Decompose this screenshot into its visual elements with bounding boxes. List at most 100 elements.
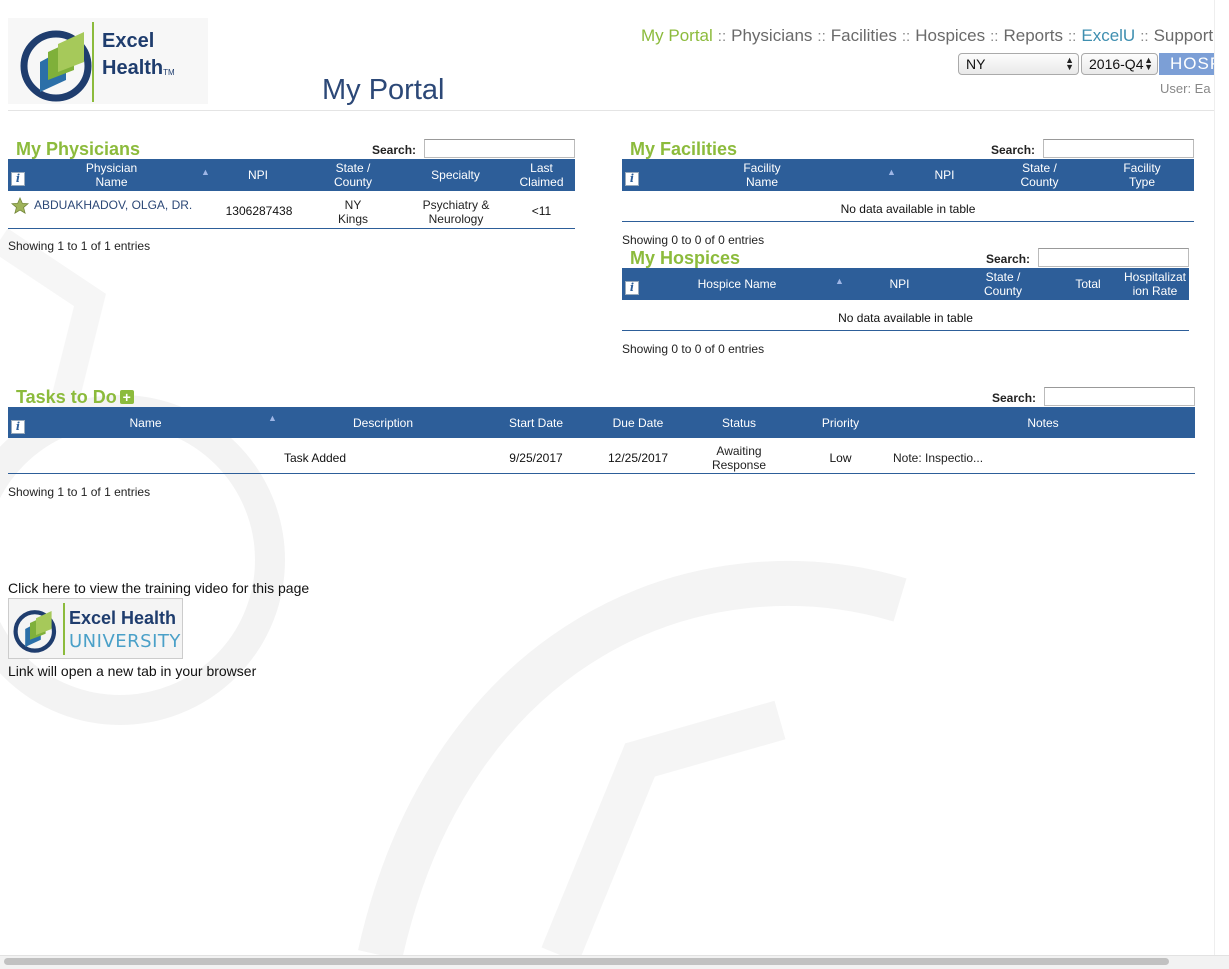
col-priority[interactable]: Priority bbox=[803, 407, 878, 439]
nav-separator: :: bbox=[1068, 28, 1077, 45]
top-nav: My Portal:: Physicians:: Facilities:: Hospi… bbox=[641, 26, 1214, 46]
physician-specialty-line2: Neurology bbox=[428, 212, 484, 226]
col-state-county[interactable]: State / County bbox=[313, 159, 393, 191]
col-hospitalization-rate[interactable]: Hospitalizat ion Rate bbox=[1122, 268, 1188, 300]
physician-name-link[interactable]: ABDUAKHADOV, OLGA, DR. bbox=[34, 198, 192, 212]
add-task-icon[interactable]: + bbox=[119, 390, 134, 404]
col-due-date[interactable]: Due Date bbox=[598, 407, 678, 439]
new-tab-note: Link will open a new tab in your browser bbox=[8, 663, 257, 679]
physician-state-county: NY Kings bbox=[313, 198, 393, 226]
table-divider bbox=[622, 221, 1194, 222]
col-physician-name[interactable]: Physician Name bbox=[58, 159, 165, 191]
col-facility-name[interactable]: Facility Name bbox=[727, 159, 797, 191]
hospices-entries-info: Showing 0 to 0 of 0 entries bbox=[622, 342, 765, 356]
table-divider bbox=[8, 228, 575, 229]
task-status: Awaiting Response bbox=[703, 444, 775, 472]
col-start-date[interactable]: Start Date bbox=[496, 407, 576, 439]
hospices-title: My Hospices bbox=[630, 248, 741, 268]
state-select-value: NY bbox=[966, 56, 986, 72]
nav-separator: :: bbox=[990, 28, 999, 45]
nav-separator: :: bbox=[901, 28, 911, 45]
logo-text: Excel HealthTM bbox=[102, 28, 175, 82]
state-select[interactable]: NY ▲ ▼ bbox=[958, 53, 1079, 75]
tasks-search-label: Search: bbox=[992, 391, 1037, 405]
info-icon[interactable]: i bbox=[11, 172, 25, 186]
nav-separator: :: bbox=[817, 28, 826, 45]
logo-tm: TM bbox=[163, 68, 175, 77]
facilities-search-input[interactable] bbox=[1043, 139, 1194, 158]
physicians-table-header: i Physician Name ▲ NPI State / County Sp… bbox=[8, 159, 575, 191]
university-logo-line1: Excel Health bbox=[69, 608, 177, 628]
physicians-search-input[interactable] bbox=[424, 139, 575, 158]
col-status[interactable]: Status bbox=[703, 407, 775, 439]
col-last-claimed[interactable]: Last Claimed bbox=[513, 159, 570, 191]
col-npi[interactable]: NPI bbox=[223, 159, 293, 191]
sort-asc-icon[interactable]: ▲ bbox=[887, 167, 896, 177]
col-facility-type[interactable]: Facility Type bbox=[1107, 159, 1177, 191]
physician-npi: 1306287438 bbox=[225, 204, 293, 218]
period-select[interactable]: 2016-Q4 ▲ ▼ bbox=[1081, 53, 1158, 75]
col-npi[interactable]: NPI bbox=[867, 268, 932, 300]
nav-physicians[interactable]: Physicians bbox=[731, 26, 812, 45]
excel-health-university-link[interactable]: Excel Health UNIVERSITY bbox=[8, 598, 183, 659]
physicians-title: My Physicians bbox=[16, 139, 141, 159]
physicians-search-label: Search: bbox=[372, 143, 417, 157]
horizontal-scrollbar-thumb[interactable] bbox=[4, 958, 1169, 965]
physician-county: Kings bbox=[337, 212, 369, 226]
col-state-county[interactable]: State / County bbox=[1002, 159, 1077, 191]
nav-hospices[interactable]: Hospices bbox=[915, 26, 985, 45]
nav-reports[interactable]: Reports bbox=[1003, 26, 1063, 45]
facilities-search-label: Search: bbox=[991, 143, 1036, 157]
col-description[interactable]: Description bbox=[328, 407, 438, 439]
facilities-title: My Facilities bbox=[630, 139, 738, 159]
logo-mark-icon bbox=[20, 30, 92, 102]
col-name[interactable]: Name bbox=[103, 407, 188, 439]
page-title: My Portal bbox=[322, 74, 445, 106]
info-icon[interactable]: i bbox=[625, 172, 639, 186]
table-divider bbox=[8, 473, 1195, 474]
physician-specialty-line1: Psychiatry & bbox=[422, 198, 490, 212]
col-total[interactable]: Total bbox=[1062, 268, 1114, 300]
col-hospice-name[interactable]: Hospice Name bbox=[682, 268, 792, 300]
university-logo-icon bbox=[13, 610, 57, 653]
hospital-button[interactable]: HOSP bbox=[1159, 53, 1214, 75]
hospices-search-input[interactable] bbox=[1038, 248, 1189, 267]
nav-my-portal[interactable]: My Portal bbox=[641, 26, 713, 45]
col-specialty[interactable]: Specialty bbox=[413, 159, 498, 191]
col-notes[interactable]: Notes bbox=[998, 407, 1088, 439]
info-icon[interactable]: i bbox=[11, 420, 25, 434]
task-description: Task Added bbox=[283, 451, 347, 465]
facilities-empty-message: No data available in table bbox=[840, 202, 976, 216]
nav-support[interactable]: Support bbox=[1154, 26, 1214, 45]
hospices-table-header: i Hospice Name ▲ NPI State / County Tota… bbox=[622, 268, 1189, 300]
tasks-entries-info: Showing 1 to 1 of 1 entries bbox=[8, 485, 151, 499]
nav-excelu[interactable]: ExcelU bbox=[1081, 26, 1135, 45]
tasks-title: Tasks to Do bbox=[16, 387, 117, 407]
task-status-line1: Awaiting bbox=[716, 444, 762, 458]
info-icon[interactable]: i bbox=[625, 281, 639, 295]
nav-separator: :: bbox=[1140, 28, 1149, 45]
sort-asc-icon[interactable]: ▲ bbox=[268, 413, 277, 423]
sort-asc-icon[interactable]: ▲ bbox=[201, 167, 210, 177]
task-status-line2: Response bbox=[711, 458, 767, 472]
nav-facilities[interactable]: Facilities bbox=[831, 26, 897, 45]
facilities-table-header: i Facility Name ▲ NPI State / County Fac… bbox=[622, 159, 1194, 191]
tasks-title-row: Tasks to Do + bbox=[16, 387, 134, 408]
hospices-empty-message: No data available in table bbox=[838, 311, 973, 325]
star-icon[interactable] bbox=[11, 197, 29, 215]
tasks-table-header: i Name ▲ Description Start Date Due Date… bbox=[8, 407, 1195, 438]
col-npi[interactable]: NPI bbox=[912, 159, 977, 191]
header-divider bbox=[8, 110, 1214, 111]
table-divider bbox=[622, 330, 1189, 331]
tasks-search-input[interactable] bbox=[1044, 387, 1195, 406]
physician-last-claimed: <11 bbox=[531, 204, 552, 218]
col-state-county[interactable]: State / County bbox=[965, 268, 1041, 300]
training-video-text[interactable]: Click here to view the training video fo… bbox=[8, 580, 309, 596]
select-arrows-icon: ▲ ▼ bbox=[1065, 55, 1074, 72]
facilities-entries-info: Showing 0 to 0 of 0 entries bbox=[622, 233, 765, 247]
task-notes[interactable]: Note: Inspectio... bbox=[893, 451, 983, 465]
user-label: User: Ea bbox=[1160, 81, 1211, 96]
physicians-entries-info: Showing 1 to 1 of 1 entries bbox=[8, 239, 151, 253]
period-select-value: 2016-Q4 bbox=[1089, 56, 1144, 72]
sort-asc-icon[interactable]: ▲ bbox=[835, 276, 844, 286]
